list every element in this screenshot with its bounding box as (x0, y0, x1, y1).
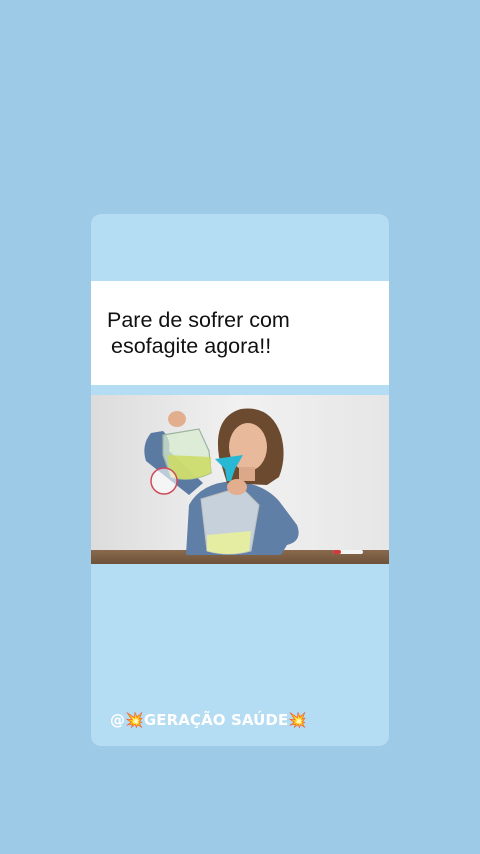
video-illustration (91, 395, 389, 564)
headline-line-2: esofagite agora!! (111, 334, 272, 358)
headline-box: Pare de sofrer com esofagite agora!! (91, 281, 389, 385)
neck (239, 467, 255, 481)
sticker-icon (150, 467, 178, 495)
marker-cap (333, 550, 341, 554)
headline-text: Pare de sofrer com esofagite agora!! (107, 307, 377, 359)
account-watermark: @💥GERAÇÃO SAÚDE💥 (110, 711, 308, 729)
headline-line-1: Pare de sofrer com (107, 308, 290, 332)
bag-liquid (207, 531, 251, 554)
left-hand (168, 411, 186, 427)
post-card: Pare de sofrer com esofagite agora!! @💥G… (91, 214, 389, 746)
right-hand (227, 479, 247, 495)
video-frame[interactable] (91, 395, 389, 564)
